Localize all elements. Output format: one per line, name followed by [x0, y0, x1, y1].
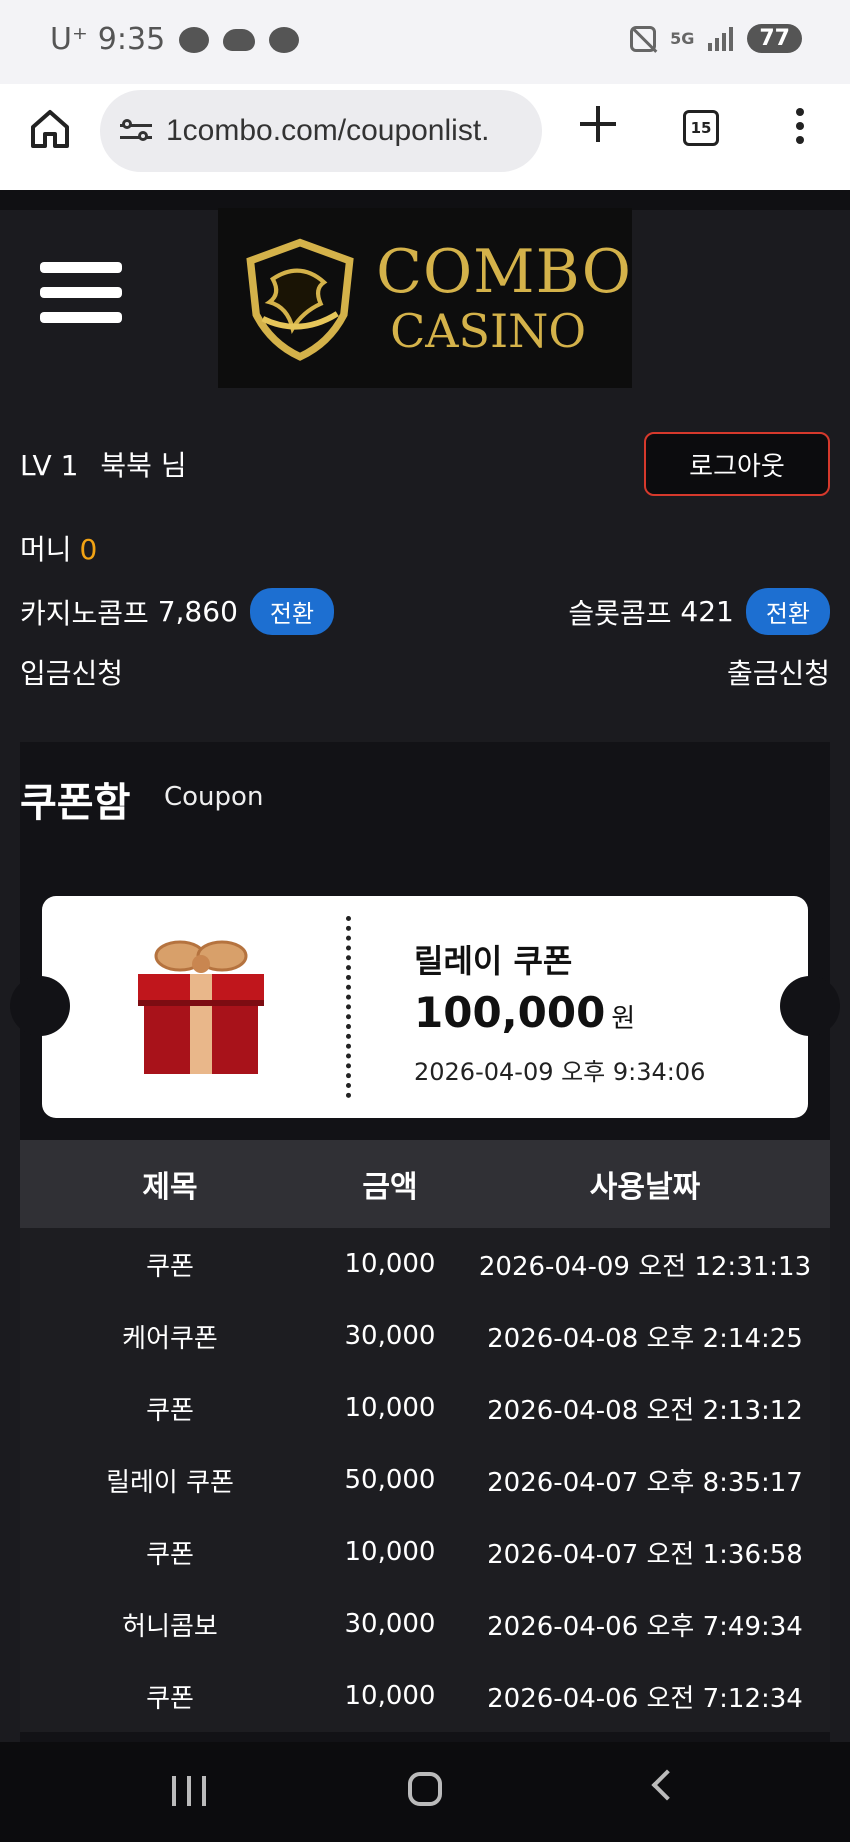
coupon-amount-unit: 원 [611, 1004, 636, 1034]
row-date: 2026-04-08 오후 2:14:25 [460, 1300, 830, 1372]
row-amount: 10,000 [320, 1516, 460, 1588]
status-right: 5G 77 [630, 24, 802, 53]
table-row: 허니콤보 30,000 2026-04-06 오후 7:49:34 [20, 1588, 830, 1660]
row-date: 2026-04-07 오전 1:36:58 [460, 1516, 830, 1588]
deposit-link[interactable]: 입금신청 [20, 652, 123, 692]
row-title: 쿠폰 [20, 1516, 320, 1588]
signal-icon [708, 26, 734, 51]
row-amount: 10,000 [320, 1372, 460, 1444]
money-balance: 머니 0 [20, 528, 97, 568]
battery-indicator: 77 [747, 24, 802, 53]
home-button-icon[interactable] [408, 1772, 442, 1806]
casino-comp-swap-button[interactable]: 전환 [249, 588, 335, 635]
coupon-card[interactable]: 릴레이 쿠폰 100,000 원 2026-04-09 오후 9:34:06 [10, 896, 840, 1118]
recent-apps-icon[interactable] [172, 1776, 206, 1806]
row-date: 2026-04-06 오후 7:49:34 [460, 1588, 830, 1660]
user-level: LV 1 [20, 449, 79, 482]
coupon-amount-value: 100,000 [414, 988, 606, 1037]
clock: 9:35 [97, 22, 166, 57]
table-row: 케어쿠폰 30,000 2026-04-08 오후 2:14:25 [20, 1300, 830, 1372]
card-divider [346, 916, 352, 1098]
address-bar[interactable]: 1combo.com/couponlist. [100, 90, 542, 172]
header-amount: 금액 [320, 1140, 460, 1228]
url-text[interactable]: 1combo.com/couponlist. [166, 114, 536, 148]
page-top-strip [0, 190, 850, 210]
slot-comp: 슬롯콤프 421 전환 [568, 588, 830, 635]
row-date: 2026-04-07 오후 8:35:17 [460, 1444, 830, 1516]
header-title: 제목 [20, 1140, 320, 1228]
browser-toolbar: 1combo.com/couponlist. 15 [0, 84, 850, 190]
hamburger-menu-icon[interactable] [40, 262, 122, 332]
row-amount: 10,000 [320, 1660, 460, 1732]
row-title: 릴레이 쿠폰 [20, 1444, 320, 1516]
money-value: 0 [79, 533, 98, 566]
row-title: 케어쿠폰 [20, 1300, 320, 1372]
site-logo[interactable]: COMBO CASINO [218, 208, 632, 388]
mute-icon [630, 25, 657, 52]
shield-logo-icon [246, 238, 354, 361]
row-date: 2026-04-08 오전 2:13:12 [460, 1372, 830, 1444]
withdraw-link[interactable]: 출금신청 [727, 652, 830, 692]
talk-notification-icon [179, 26, 210, 53]
row-title: 쿠폰 [20, 1372, 320, 1444]
row-date: 2026-04-06 오전 7:12:34 [460, 1660, 830, 1732]
row-title: 쿠폰 [20, 1660, 320, 1732]
system-nav-bar [0, 1742, 850, 1842]
casino-comp-value: 7,860 [157, 595, 238, 628]
network-type: 5G [670, 28, 695, 48]
coupon-card-name: 릴레이 쿠폰 [414, 942, 573, 980]
more-menu-icon[interactable] [794, 108, 806, 148]
row-date: 2026-04-09 오전 12:31:13 [460, 1228, 830, 1300]
logo-wordmark: COMBO CASINO [376, 242, 632, 354]
money-label: 머니 [20, 533, 72, 566]
tab-switcher-button[interactable]: 15 [683, 110, 719, 146]
casino-comp-label: 카지노콤프 [20, 596, 149, 630]
new-tab-icon[interactable] [578, 104, 618, 144]
slot-comp-swap-button[interactable]: 전환 [745, 588, 830, 635]
username: 북북 님 [100, 449, 187, 482]
row-amount: 10,000 [320, 1228, 460, 1300]
table-row: 쿠폰 10,000 2026-04-06 오전 7:12:34 [20, 1660, 830, 1732]
header-date: 사용날짜 [460, 1140, 830, 1228]
logo-line-casino: CASINO [390, 304, 587, 358]
table-row: 쿠폰 10,000 2026-04-07 오전 1:36:58 [20, 1516, 830, 1588]
coupon-subtitle: Coupon [164, 782, 264, 812]
slot-comp-value: 421 [680, 595, 734, 628]
carrier-label: U⁺ [50, 22, 88, 57]
table-header-row: 제목 금액 사용날짜 [20, 1140, 830, 1228]
gift-box-icon [138, 940, 264, 1074]
card-notch-left [10, 976, 70, 1036]
row-title: 쿠폰 [20, 1228, 320, 1300]
status-left: U⁺ 9:35 [50, 22, 300, 57]
status-bar: U⁺ 9:35 5G 77 [0, 0, 850, 84]
site-settings-icon[interactable] [120, 118, 152, 144]
row-amount: 30,000 [320, 1588, 460, 1660]
coupon-card-date: 2026-04-09 오후 9:34:06 [414, 1058, 706, 1086]
cloud-notification-icon [223, 28, 256, 51]
logo-line-combo: COMBO [376, 237, 632, 307]
row-title: 허니콤보 [20, 1588, 320, 1660]
slot-comp-label: 슬롯콤프 [568, 596, 672, 630]
table-row: 릴레이 쿠폰 50,000 2026-04-07 오후 8:35:17 [20, 1444, 830, 1516]
table-row: 쿠폰 10,000 2026-04-08 오전 2:13:12 [20, 1372, 830, 1444]
coupon-history-table: 제목 금액 사용날짜 쿠폰 10,000 2026-04-09 오전 12:31… [20, 1140, 830, 1732]
message-notification-icon [269, 26, 300, 53]
table-row: 쿠폰 10,000 2026-04-09 오전 12:31:13 [20, 1228, 830, 1300]
home-icon[interactable] [28, 106, 72, 150]
coupon-card-amount: 100,000 원 [414, 988, 635, 1037]
card-notch-right [780, 976, 840, 1036]
user-info: LV 1 북북 님 [20, 444, 187, 484]
coupon-title: 쿠폰함 [20, 780, 131, 826]
row-amount: 50,000 [320, 1444, 460, 1516]
logout-button[interactable]: 로그아웃 [644, 432, 830, 496]
row-amount: 30,000 [320, 1300, 460, 1372]
coupon-panel: 쿠폰함 Coupon 릴레이 쿠폰 100,000 원 2026-04-09 오후… [10, 742, 840, 1742]
back-icon[interactable] [651, 1769, 683, 1801]
casino-comp: 카지노콤프 7,860 전환 [20, 588, 335, 635]
